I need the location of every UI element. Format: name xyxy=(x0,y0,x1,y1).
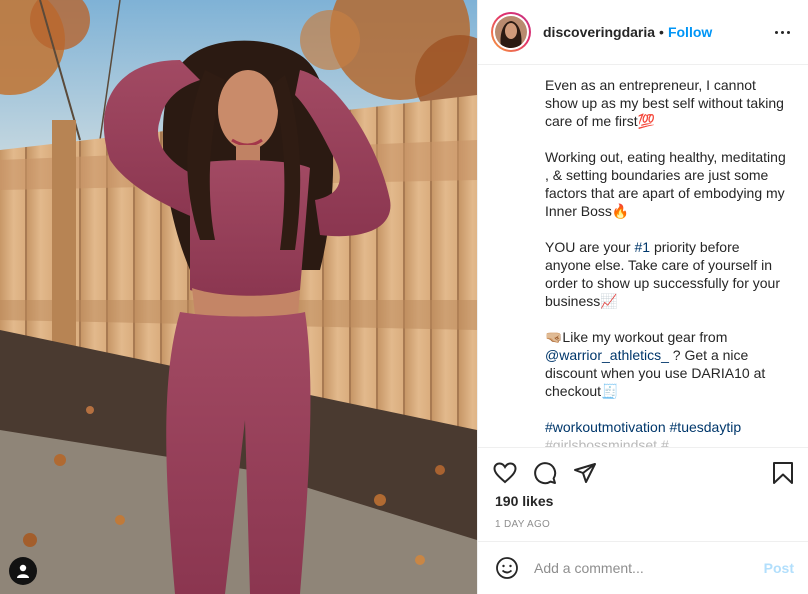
hashtag-link[interactable]: #workoutmotivation xyxy=(545,419,666,435)
avatar[interactable] xyxy=(491,12,531,52)
bookmark-icon[interactable] xyxy=(770,460,796,486)
caption-paragraph-1: Even as an entrepreneur, I cannot show u… xyxy=(545,77,784,129)
post-photo[interactable] xyxy=(0,0,477,594)
post-caption: Even as an entrepreneur, I cannot show u… xyxy=(478,66,808,447)
more-icon[interactable] xyxy=(771,27,794,38)
share-icon[interactable] xyxy=(572,460,598,486)
caption-paragraph-2: Working out, eating healthy, meditating … xyxy=(545,149,786,219)
post-header: discoveringdaria • Follow xyxy=(478,0,808,65)
post-details-panel: discoveringdaria • Follow Even as an ent… xyxy=(477,0,808,594)
hashtag-link[interactable]: #girlsbossmindset #... xyxy=(545,437,680,447)
follow-button[interactable]: Follow xyxy=(668,24,712,40)
post-comment-button[interactable]: Post xyxy=(764,560,794,576)
hashtag-link[interactable]: #tuesdaytip xyxy=(670,419,742,435)
emoji-icon[interactable] xyxy=(494,555,520,581)
heart-icon[interactable] xyxy=(492,460,518,486)
avatar-image xyxy=(495,16,527,48)
action-bar xyxy=(478,448,808,498)
caption-paragraph-4: 🤜🏼Like my workout gear from @warrior_ath… xyxy=(545,329,766,399)
photo-illustration xyxy=(0,0,477,594)
mention-link[interactable]: @warrior_athletics_ xyxy=(545,347,669,363)
post-timestamp[interactable]: 1 DAY AGO xyxy=(478,519,808,530)
username-link[interactable]: discoveringdaria xyxy=(543,24,655,40)
caption-hashtags: #workoutmotivation #tuesdaytip #girlsboss… xyxy=(545,418,788,447)
separator-dot: • xyxy=(659,24,664,40)
like-count[interactable]: 190 likes xyxy=(478,493,808,509)
comment-bar: Post xyxy=(478,541,808,594)
person-icon xyxy=(17,564,29,578)
post-actions-area: 190 likes 1 DAY AGO xyxy=(478,447,808,530)
hashtag-link[interactable]: #1 xyxy=(634,239,650,255)
comment-input[interactable] xyxy=(534,560,764,576)
caption-paragraph-3: YOU are your #1 priority before anyone e… xyxy=(545,239,780,309)
user-tag-icon[interactable] xyxy=(9,557,37,585)
comment-icon[interactable] xyxy=(532,460,558,486)
